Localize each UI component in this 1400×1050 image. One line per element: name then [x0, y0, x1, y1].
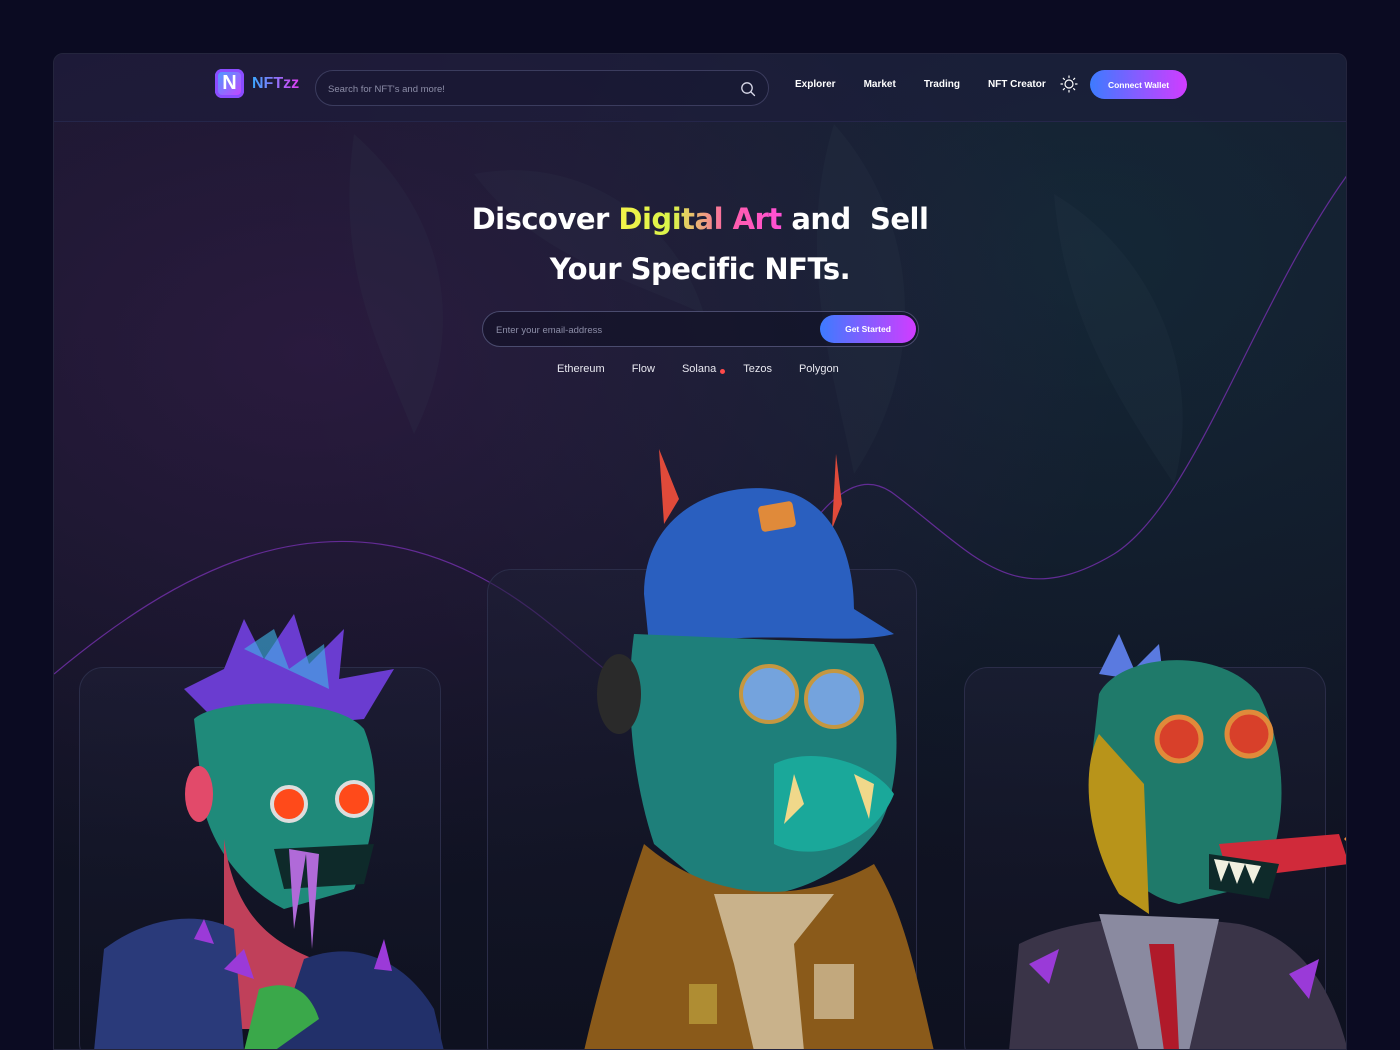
get-started-button[interactable]: Get Started: [820, 315, 916, 343]
nav-market[interactable]: Market: [864, 79, 896, 90]
brand-logo[interactable]: N NFTzz: [215, 69, 299, 98]
chain-flow[interactable]: Flow: [632, 363, 655, 375]
email-signup: Get Started: [482, 311, 919, 347]
search-input[interactable]: [328, 80, 728, 98]
chain-label: Tezos: [743, 363, 772, 375]
hero-title-part-a: Discover: [471, 202, 619, 236]
top-navbar: N NFTzz Explorer Market Trading NFT Crea…: [54, 54, 1346, 122]
chain-solana[interactable]: Solana: [681, 363, 726, 375]
hero-title-line1: Discover Digital Art and Sell: [54, 194, 1346, 244]
brand-name: NFTzz: [252, 74, 300, 92]
nav-explorer[interactable]: Explorer: [795, 79, 836, 90]
chain-label: Ethereum: [557, 363, 605, 375]
search-bar: [315, 70, 769, 106]
sun-icon[interactable]: [1060, 75, 1078, 93]
main-nav: Explorer Market Trading NFT Creator: [795, 79, 1046, 90]
hero-title-highlight: Digital Art: [618, 202, 782, 236]
chain-label: Flow: [631, 363, 655, 375]
chain-label: Polygon: [798, 363, 839, 375]
nft-artwork-dynamite-ape: [1009, 634, 1346, 1049]
email-input[interactable]: [496, 321, 806, 339]
chain-tezos[interactable]: Tezos: [743, 363, 772, 375]
app-window: N NFTzz Explorer Market Trading NFT Crea…: [53, 53, 1347, 1050]
chain-filter-list: Ethereum Flow Solana Tezos Polygon: [557, 363, 839, 375]
nft-artwork-punk-ape: [94, 614, 444, 1049]
connect-wallet-button[interactable]: Connect Wallet: [1090, 70, 1187, 99]
nft-artwork-capped-ape: [584, 449, 934, 1049]
nav-nft-creator[interactable]: NFT Creator: [988, 79, 1046, 90]
active-indicator-dot: [720, 369, 726, 374]
chain-ethereum[interactable]: Ethereum: [557, 363, 605, 375]
search-icon[interactable]: [740, 81, 756, 97]
chain-polygon[interactable]: Polygon: [799, 363, 839, 375]
hero-title-line2: Your Specific NFTs.: [549, 252, 851, 286]
hero-title-part-b: and Sell: [781, 202, 929, 236]
logo-mark: N: [215, 69, 244, 98]
chain-label: Solana: [681, 363, 717, 375]
nav-trading[interactable]: Trading: [924, 79, 960, 90]
